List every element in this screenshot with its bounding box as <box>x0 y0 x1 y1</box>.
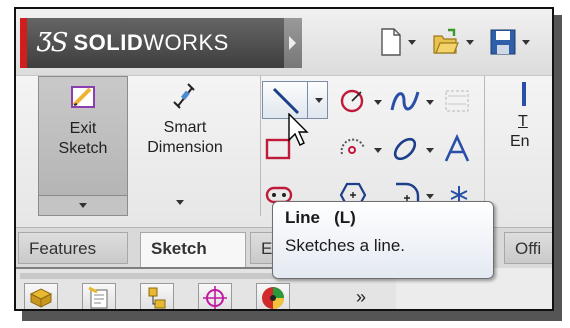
exit-sketch-label-line1: Exit <box>69 120 97 137</box>
spline-icon[interactable] <box>390 86 420 116</box>
ellipse-icon[interactable] <box>390 134 420 164</box>
smart-dimension-icon <box>173 83 195 109</box>
title-bar: ƷS SOLIDWORKS <box>16 9 552 75</box>
partial-command-button[interactable]: T En <box>496 76 552 196</box>
property-icon <box>88 286 108 309</box>
feature-manager-tab[interactable] <box>24 283 58 309</box>
tab-office[interactable]: Offi <box>504 232 552 264</box>
tab-sketch[interactable]: Sketch <box>140 232 246 268</box>
tooltip-title: Line (L) <box>285 208 356 227</box>
crosshair-icon <box>203 286 227 309</box>
open-folder-icon <box>433 28 459 54</box>
chevron-down-icon <box>79 203 87 208</box>
new-document-icon <box>381 28 401 56</box>
smart-dimension-button[interactable]: Smart Dimension <box>132 76 238 196</box>
exit-sketch-dropdown[interactable] <box>38 196 128 216</box>
text-icon[interactable] <box>442 134 472 164</box>
save-icon <box>490 29 516 55</box>
configuration-manager-tab[interactable] <box>140 283 174 309</box>
solidworks-brand[interactable]: ƷS SOLIDWORKS <box>20 18 284 68</box>
partial-command-label-line2: En <box>510 133 530 150</box>
new-document-button[interactable] <box>380 27 416 57</box>
chevron-down-icon[interactable] <box>426 100 434 105</box>
partial-command-label-line1: T <box>518 113 528 130</box>
tooltip-description: Sketches a line. <box>285 236 406 255</box>
chevron-down-icon <box>315 98 323 103</box>
app-window: ƷS SOLIDWORKS Exit Sketch Smart Dimensio… <box>14 7 554 311</box>
dimxpert-manager-tab[interactable] <box>198 283 232 309</box>
mouse-cursor-icon <box>288 113 309 146</box>
more-tabs-button[interactable]: » <box>356 287 366 308</box>
separator <box>260 76 261 216</box>
appearance-icon <box>262 287 284 309</box>
configuration-icon <box>148 287 166 309</box>
tab-features[interactable]: Features <box>18 232 128 264</box>
chevron-down-icon <box>466 39 474 45</box>
chevron-down-icon[interactable] <box>426 194 434 199</box>
open-button[interactable] <box>432 27 474 57</box>
chevron-down-icon[interactable] <box>374 148 382 153</box>
line-tooltip: Line (L) Sketches a line. <box>272 201 494 279</box>
exit-sketch-button[interactable]: Exit Sketch <box>38 76 128 196</box>
chevron-down-icon[interactable] <box>176 200 184 205</box>
brand-name: SOLIDWORKS <box>73 30 229 55</box>
smart-dimension-label-line1: Smart <box>163 119 207 136</box>
circle-icon[interactable] <box>338 86 368 116</box>
exit-sketch-icon <box>71 86 95 108</box>
exit-sketch-label-line2: Sketch <box>58 140 108 157</box>
line-icon <box>272 87 300 115</box>
display-manager-tab[interactable] <box>256 283 290 309</box>
arc-icon[interactable] <box>338 134 368 164</box>
chevron-down-icon <box>408 39 416 45</box>
save-button[interactable] <box>490 27 530 57</box>
chevron-down-icon[interactable] <box>426 148 434 153</box>
property-manager-tab[interactable] <box>82 283 116 309</box>
separator <box>484 76 485 216</box>
brand-accent-bar <box>20 18 27 68</box>
chevron-down-icon <box>522 39 530 45</box>
trim-icon[interactable] <box>442 86 472 116</box>
chevron-down-icon[interactable] <box>374 100 382 105</box>
feature-tree-icon <box>29 288 53 308</box>
smart-dimension-label-line2: Dimension <box>147 139 223 156</box>
ds-logo: ƷS <box>37 28 68 58</box>
brand-flyout-arrow[interactable] <box>284 18 302 68</box>
